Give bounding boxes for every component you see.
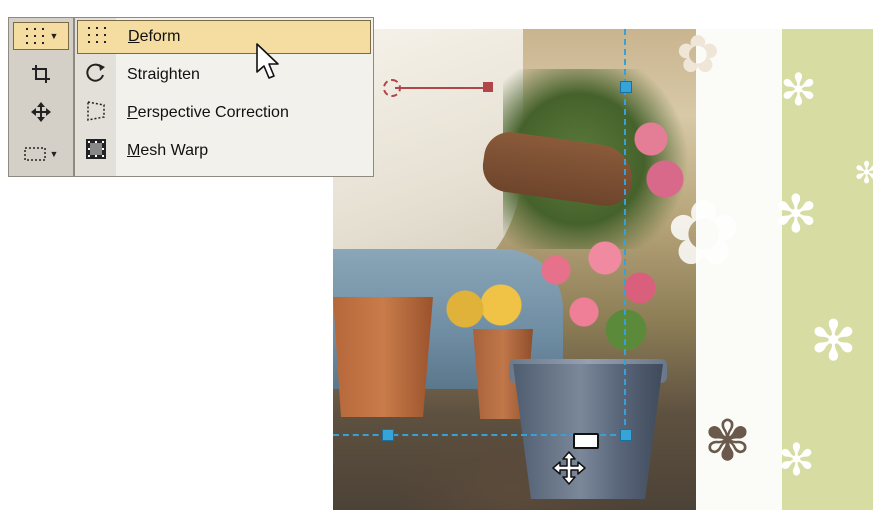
transform-toolbar: ▼ ▼ — [8, 17, 74, 177]
menu-item-label: Mesh Warp — [127, 142, 209, 159]
transform-handle-left[interactable] — [382, 429, 394, 441]
selection-tool-button[interactable]: ▼ — [13, 140, 69, 168]
crop-tool-button[interactable] — [13, 60, 69, 88]
mouse-pointer-icon — [256, 43, 279, 79]
transform-handle-corner[interactable] — [620, 429, 632, 441]
deform-tool-button[interactable]: ▼ — [13, 22, 69, 50]
move-cursor-icon — [552, 451, 586, 485]
photo-blooms — [528, 234, 668, 354]
white-border-strip: ✿ ✿ ✾ — [666, 29, 782, 510]
menu-item-deform[interactable]: Deform — [77, 20, 371, 54]
menu-item-label: Deform — [128, 28, 181, 45]
transform-flyout-menu: Deform Straighten Perspective Correction — [74, 17, 374, 177]
marquee-selection-icon — [23, 147, 46, 161]
menu-item-straighten[interactable]: Straighten — [77, 58, 371, 92]
photo-pot-main — [513, 364, 663, 499]
daisy-icon: ✻ — [810, 309, 857, 374]
photo-pot-left — [333, 297, 433, 417]
menu-item-mesh-warp[interactable]: Mesh Warp — [77, 134, 371, 168]
rotation-guide-line — [395, 87, 487, 89]
rotation-handle[interactable] — [483, 82, 493, 92]
mesh-warp-icon — [77, 138, 115, 165]
crop-icon — [32, 65, 50, 83]
deform-icon — [78, 25, 116, 50]
perspective-correction-icon — [77, 100, 115, 127]
flower-outline-icon: ✿ — [676, 29, 720, 85]
menu-item-perspective-correction[interactable]: Perspective Correction — [77, 96, 371, 130]
chevron-down-icon: ▼ — [49, 149, 59, 159]
image-canvas[interactable]: ✿ ✿ ✾ ✻ ✻ ✻ ✻ ✻ — [333, 29, 873, 510]
daisy-icon: ✻ — [780, 65, 817, 116]
transform-handle-top[interactable] — [620, 81, 632, 93]
move-tool-button[interactable] — [13, 98, 69, 126]
menu-item-label: Perspective Correction — [127, 104, 289, 121]
green-pattern-strip: ✻ ✻ ✻ ✻ ✻ — [774, 29, 873, 510]
daisy-icon: ✻ — [854, 156, 873, 191]
menu-item-label: Straighten — [127, 66, 200, 83]
flower-outline-icon: ✿ — [666, 181, 742, 286]
chevron-down-icon: ▼ — [49, 31, 59, 41]
daisy-icon: ✻ — [774, 185, 818, 245]
flower-shape-icon: ✾ — [704, 409, 751, 474]
deform-grid-icon — [25, 28, 44, 44]
straighten-icon — [77, 62, 115, 89]
skew-handle[interactable] — [573, 433, 599, 449]
daisy-icon: ✻ — [778, 435, 815, 486]
move-arrows-icon — [31, 102, 51, 122]
photo-pansies — [438, 269, 528, 349]
